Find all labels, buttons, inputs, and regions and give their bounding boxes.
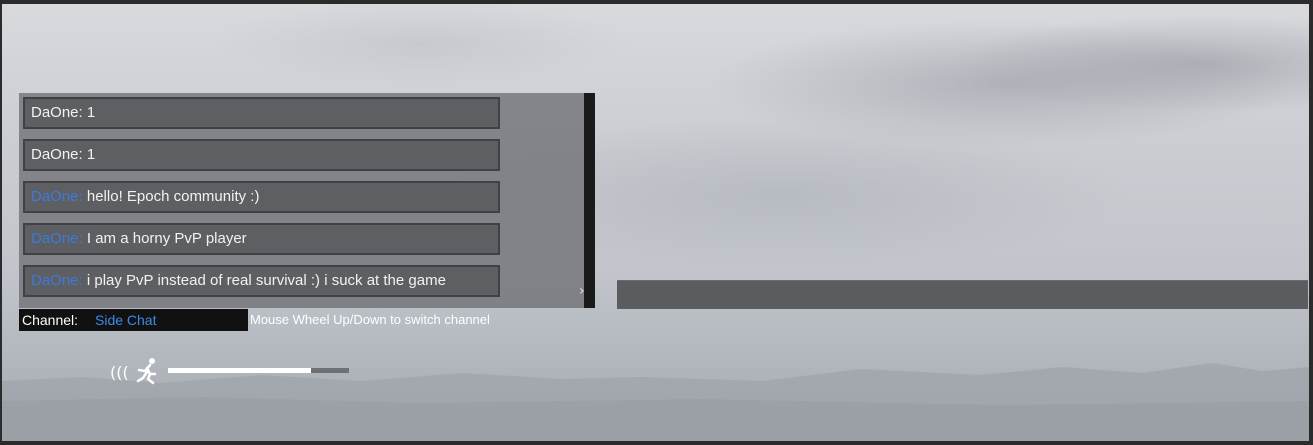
chat-text: I am a horny PvP player [82,230,247,247]
chat-text: 1 [82,146,96,163]
chat-text: hello! Epoch community :) [82,188,260,205]
distant-mountains [2,363,1309,441]
chat-message: DaOne: 1 [23,97,500,129]
channel-value[interactable]: Side Chat [95,312,156,328]
chat-sender: DaOne: [31,188,83,205]
chat-text: i play PvP instead of real survival :) i… [82,272,446,289]
chat-message: DaOne: i play PvP instead of real surviv… [23,265,500,297]
channel-hint: Mouse Wheel Up/Down to switch channel [250,312,490,327]
chat-input-bar[interactable] [617,280,1308,309]
chat-scrollbar[interactable] [584,93,595,308]
stamina-fill [168,368,311,373]
chat-message: DaOne: I am a horny PvP player [23,223,500,255]
running-man-icon [136,358,157,385]
chat-message: DaOne: 1 [23,139,500,171]
chat-sender: DaOne: [31,230,83,247]
stamina-bar [168,368,349,373]
chevron-right-icon[interactable]: › [579,283,585,299]
chat-text: 1 [82,104,96,121]
channel-label: Channel: [22,312,79,328]
sound-waves-icon: ((( [110,363,129,382]
chat-sender: DaOne: [31,104,83,121]
chat-message: DaOne: hello! Epoch community :) [23,181,500,213]
chat-sender: DaOne: [31,272,83,289]
chat-sender: DaOne: [31,146,83,163]
